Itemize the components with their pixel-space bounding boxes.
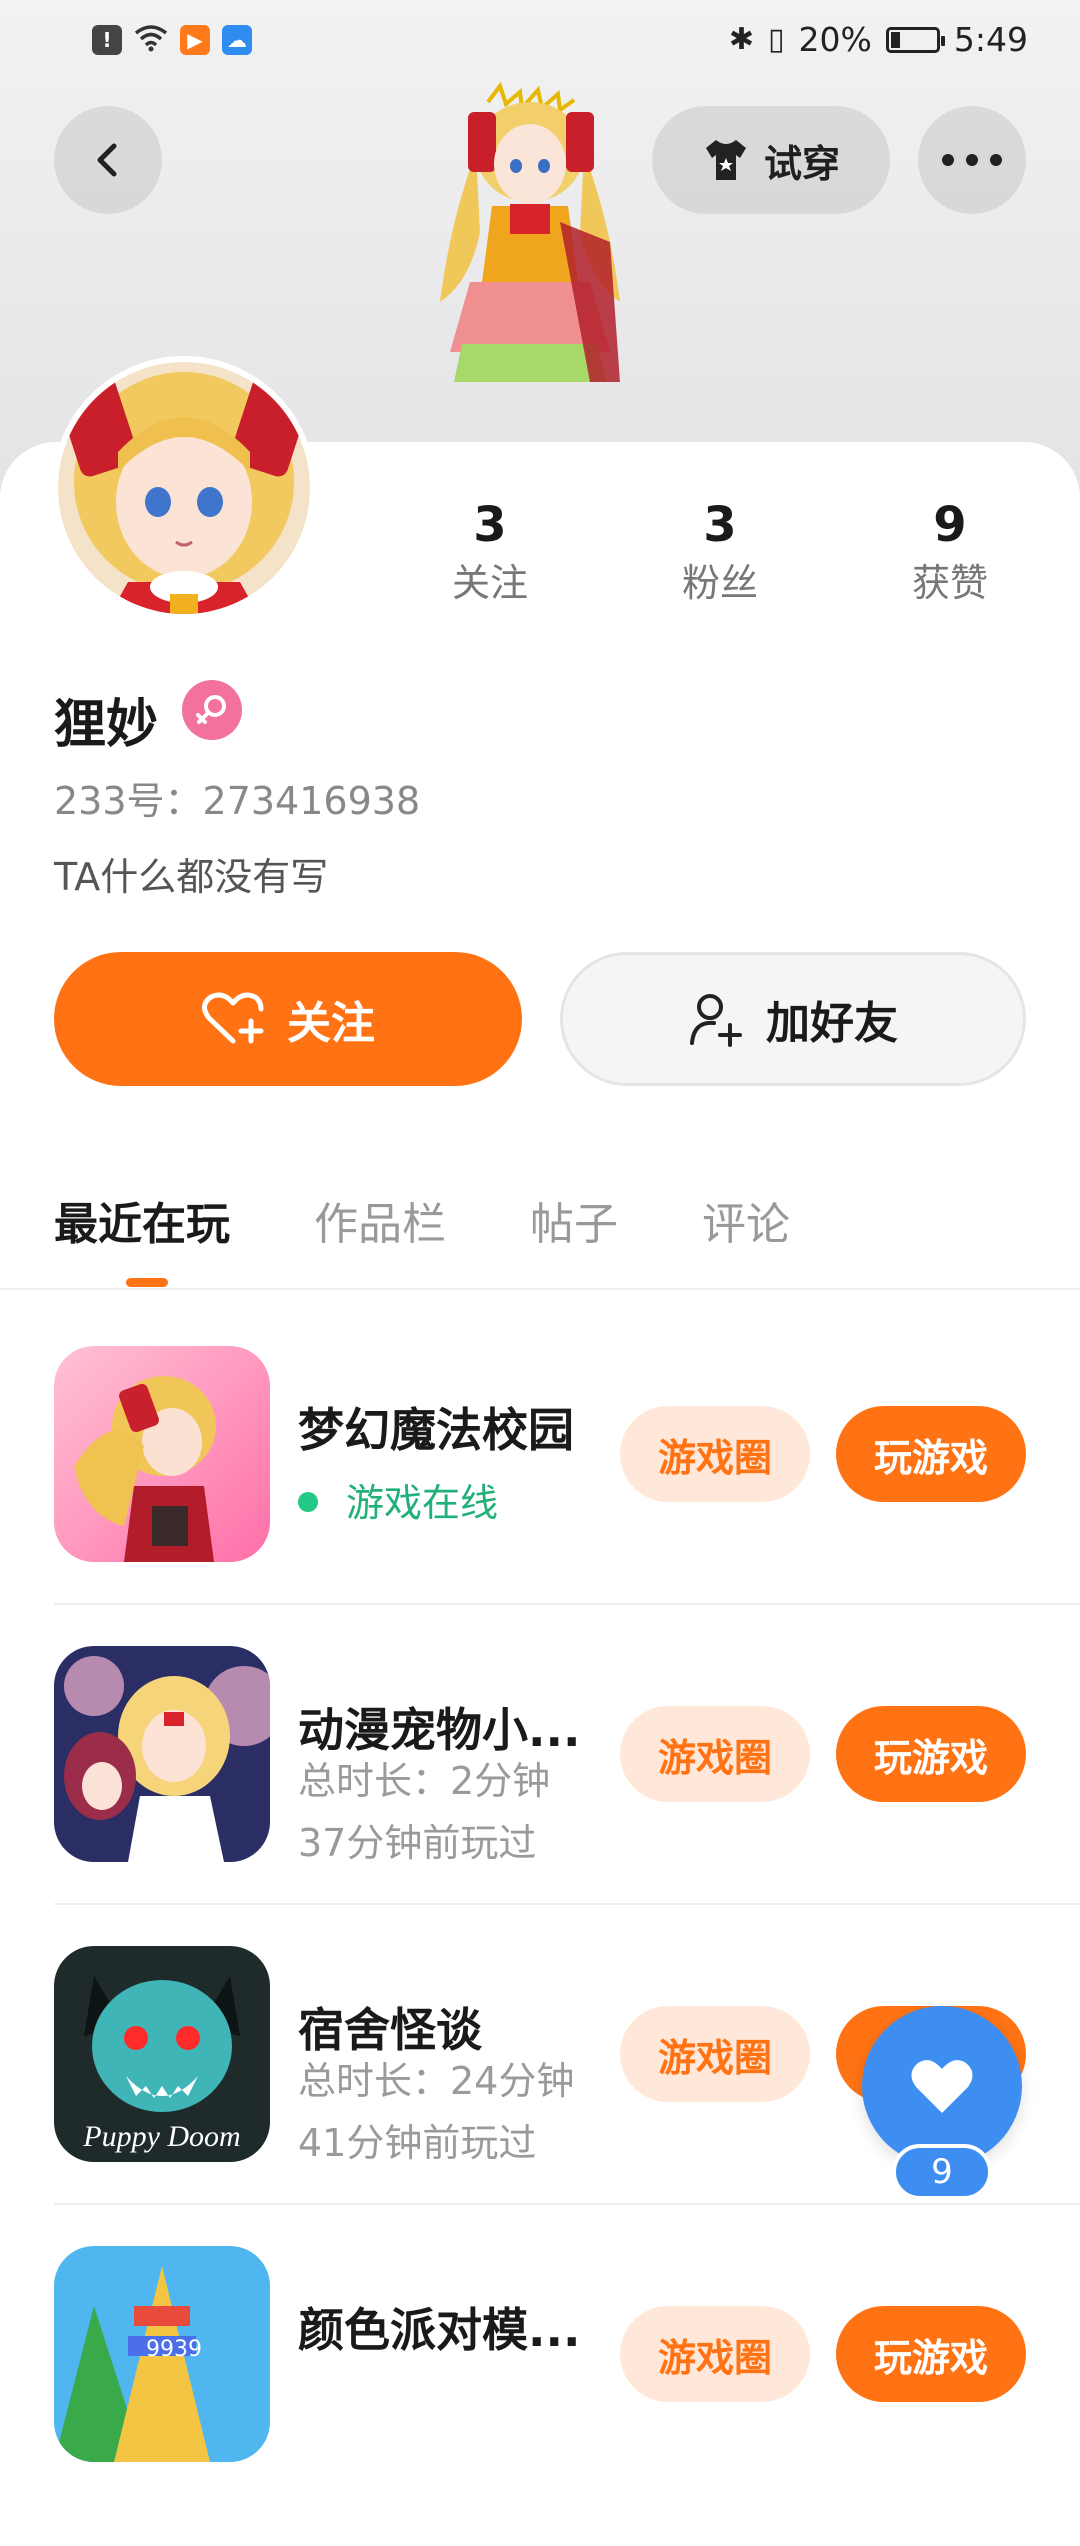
chevron-left-icon bbox=[97, 143, 117, 177]
try-on-button[interactable]: 试穿 bbox=[652, 106, 890, 214]
status-right-icons: ✱ ▯ 20% 5:49 bbox=[729, 20, 1028, 59]
game-circle-button[interactable]: 游戏圈 bbox=[620, 1706, 810, 1802]
stat-following-label: 关注 bbox=[451, 561, 528, 605]
like-fab[interactable] bbox=[862, 2006, 1022, 2166]
female-gender-icon bbox=[182, 680, 242, 740]
wifi-icon bbox=[134, 24, 168, 56]
bluetooth-icon: ✱ bbox=[728, 22, 755, 57]
game-circle-button[interactable]: 游戏圈 bbox=[620, 1406, 810, 1502]
game-row[interactable]: 9939 颜色派对模... 游戏圈 玩游戏 bbox=[0, 2246, 1080, 2546]
game-online-label: 游戏在线 bbox=[346, 1481, 499, 1525]
shirt-icon bbox=[705, 140, 746, 180]
vibrate-icon: ▯ bbox=[768, 22, 785, 57]
add-friend-label: 加好友 bbox=[766, 998, 898, 1049]
back-button[interactable] bbox=[54, 106, 162, 214]
row-divider bbox=[54, 2203, 1080, 2205]
more-button[interactable] bbox=[918, 106, 1026, 214]
clock: 5:49 bbox=[953, 20, 1028, 59]
try-on-label: 试穿 bbox=[763, 141, 840, 186]
tab-comments[interactable]: 评论 bbox=[702, 1188, 790, 1252]
game-online-status: 游戏在线 bbox=[298, 1472, 498, 1527]
stat-followers-label: 粉丝 bbox=[681, 561, 758, 605]
tabs-divider bbox=[0, 1288, 1080, 1290]
add-user-icon bbox=[690, 994, 742, 1047]
game-last-played: 37分钟前玩过 bbox=[298, 1821, 537, 1865]
game-row[interactable]: 动漫宠物小... 总时长：2分钟 37分钟前玩过 游戏圈 玩游戏 bbox=[0, 1646, 1080, 1946]
stat-likes[interactable]: 9 获赞 bbox=[860, 495, 1040, 611]
stat-following[interactable]: 3 关注 bbox=[400, 495, 580, 611]
profile-uid: 233号：273416938 bbox=[54, 779, 421, 823]
play-game-button[interactable]: 玩游戏 bbox=[836, 1406, 1026, 1502]
status-bar: ! ▶ ☁ ✱ ▯ 20% 5:49 bbox=[0, 0, 1080, 84]
battery-percent: 20% bbox=[798, 20, 872, 59]
profile-name: 狸妙 bbox=[54, 695, 159, 755]
avatar-image bbox=[58, 362, 310, 614]
follow-button[interactable]: 关注 bbox=[54, 952, 522, 1086]
game-icon-text: 9939 bbox=[146, 2337, 202, 2362]
tab-posts[interactable]: 帖子 bbox=[530, 1188, 618, 1252]
online-dot-icon bbox=[298, 1491, 318, 1512]
alert-icon: ! bbox=[92, 25, 122, 55]
game-title: 颜色派对模... bbox=[298, 2303, 581, 2357]
avatar[interactable] bbox=[52, 356, 316, 620]
game-icon[interactable]: Puppy Doom bbox=[54, 1946, 270, 2162]
stat-followers[interactable]: 3 粉丝 bbox=[630, 495, 810, 611]
battery-icon bbox=[885, 26, 945, 53]
game-total-time: 总时长：24分钟 bbox=[298, 2059, 575, 2103]
game-total-time: 总时长：2分钟 bbox=[298, 1759, 551, 1803]
game-icon[interactable] bbox=[54, 1646, 270, 1862]
follow-label: 关注 bbox=[287, 998, 375, 1049]
status-left-icons: ! ▶ ☁ bbox=[92, 24, 252, 56]
heart-icon bbox=[911, 2060, 973, 2113]
row-divider bbox=[54, 1903, 1080, 1905]
game-icon[interactable] bbox=[54, 1346, 270, 1562]
game-last-played: 41分钟前玩过 bbox=[298, 2121, 537, 2165]
heart-plus-icon bbox=[202, 992, 264, 1044]
tab-works[interactable]: 作品栏 bbox=[314, 1188, 446, 1252]
avatar-character-figure bbox=[410, 81, 650, 442]
game-icon[interactable]: 9939 bbox=[54, 2246, 270, 2462]
more-dots-icon bbox=[942, 154, 1002, 166]
cloud-icon: ☁ bbox=[222, 25, 252, 55]
profile-tabs: 最近在玩 作品栏 帖子 评论 bbox=[54, 1188, 874, 1287]
game-row[interactable]: 梦幻魔法校园 游戏在线 游戏圈 玩游戏 bbox=[0, 1346, 1080, 1646]
video-app-icon: ▶ bbox=[180, 25, 210, 55]
stat-likes-count: 9 bbox=[933, 497, 967, 553]
row-divider bbox=[54, 1603, 1080, 1605]
tab-recently-played[interactable]: 最近在玩 bbox=[54, 1188, 230, 1287]
game-circle-button[interactable]: 游戏圈 bbox=[620, 2006, 810, 2102]
profile-bio: TA什么都没有写 bbox=[54, 855, 329, 899]
game-icon-text: Puppy Doom bbox=[82, 2120, 240, 2153]
game-circle-button[interactable]: 游戏圈 bbox=[620, 2306, 810, 2402]
like-count-badge: 9 bbox=[892, 2144, 992, 2200]
play-game-button[interactable]: 玩游戏 bbox=[836, 2306, 1026, 2402]
game-title: 梦幻魔法校园 bbox=[298, 1403, 574, 1457]
add-friend-button[interactable]: 加好友 bbox=[560, 952, 1026, 1086]
stat-likes-label: 获赞 bbox=[911, 561, 988, 605]
play-game-button[interactable]: 玩游戏 bbox=[836, 1706, 1026, 1802]
stat-following-count: 3 bbox=[473, 497, 507, 553]
stat-followers-count: 3 bbox=[703, 497, 737, 553]
